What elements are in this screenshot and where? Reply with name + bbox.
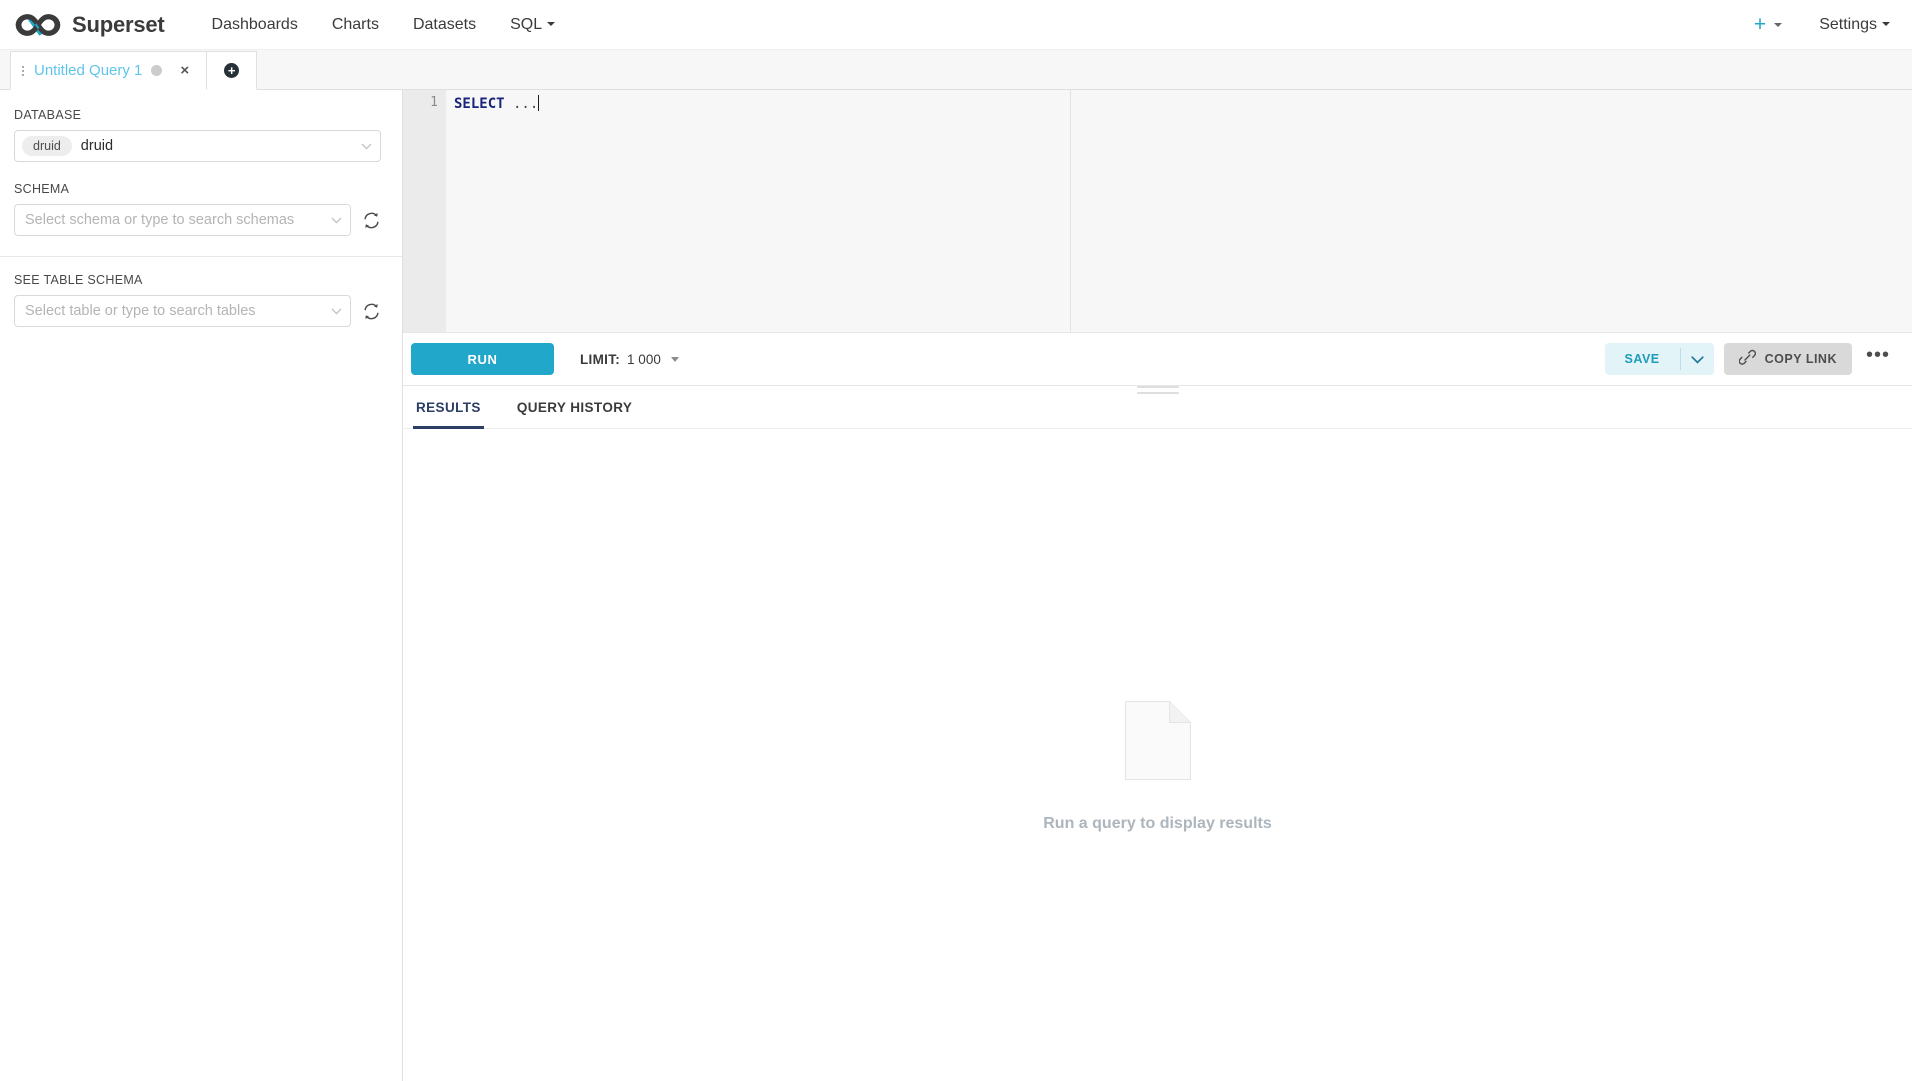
workspace: DATABASE druid druid SCHEMA Select schem… [0,90,1912,1081]
text-cursor [538,95,539,111]
query-status-dot-icon [151,65,162,76]
database-field-row: druid druid [14,130,381,162]
schema-select[interactable]: Select schema or type to search schemas [14,204,351,236]
schema-select-placeholder: Select schema or type to search schemas [25,212,294,228]
sql-rest: ... [505,96,539,112]
nav-link-settings[interactable]: Settings [1802,8,1890,42]
query-tab-untitled-query-1[interactable]: Untitled Query 1 × [10,51,207,90]
tab-results[interactable]: RESULTS [413,400,484,429]
nav-link-charts[interactable]: Charts [315,8,396,42]
results-empty-state: Run a query to display results [403,429,1912,1081]
query-tab-title: Untitled Query 1 [34,62,142,79]
limit-label: LIMIT: [580,352,620,367]
copy-link-label: COPY LINK [1765,352,1837,366]
save-button[interactable]: SAVE [1605,343,1680,375]
print-margin-line [1070,90,1071,332]
nav-link-charts-label: Charts [332,16,379,33]
save-dropdown-button[interactable] [1681,343,1714,375]
chevron-down-icon [671,357,679,362]
tab-results-label: RESULTS [416,400,481,415]
document-icon [1125,701,1191,785]
table-select[interactable]: Select table or type to search tables [14,295,351,327]
save-button-group: SAVE [1605,343,1714,375]
refresh-tables-icon[interactable] [361,301,381,321]
nav-link-datasets-label: Datasets [413,16,476,33]
refresh-schemas-icon[interactable] [361,210,381,230]
table-select-placeholder: Select table or type to search tables [25,303,256,319]
nav-link-settings-label: Settings [1819,16,1877,33]
editor-resize-handle[interactable] [1137,386,1179,394]
spacer [14,162,381,178]
new-item-plus-button[interactable]: + [1746,10,1770,39]
sql-editor[interactable]: 1 SELECT ... [403,90,1912,333]
nav-link-datasets[interactable]: Datasets [396,8,493,42]
close-icon[interactable]: × [177,61,192,80]
limit-dropdown[interactable]: LIMIT: 1 000 [580,352,679,367]
database-label: DATABASE [14,108,381,122]
editor-toolbar: RUN LIMIT: 1 000 SAVE [403,333,1912,386]
add-query-tab-button[interactable]: + [207,51,257,90]
tab-query-history-label: QUERY HISTORY [517,400,632,415]
database-backend-pill: druid [22,136,72,156]
navbar-right: + Settings [1746,8,1890,42]
editor-code-area[interactable]: SELECT ... [446,90,1912,332]
drag-handle-icon[interactable] [21,64,25,78]
link-icon [1739,349,1756,369]
editor-and-results-panel: 1 SELECT ... RUN LIMIT: 1 000 SAVE [403,90,1912,1081]
chevron-down-icon [1691,352,1704,367]
main-nav: Dashboards Charts Datasets SQL [195,8,573,42]
schema-field-row: Select schema or type to search schemas [14,204,381,236]
tab-query-history[interactable]: QUERY HISTORY [514,400,635,429]
table-schema-field-row: Select table or type to search tables [14,295,381,327]
editor-gutter: 1 [403,90,446,332]
left-query-panel: DATABASE druid druid SCHEMA Select schem… [0,90,403,1081]
settings-chevron-down-icon [1882,22,1890,26]
code-line-1: SELECT ... [454,95,1912,113]
nav-link-dashboards[interactable]: Dashboards [195,8,315,42]
panel-divider [0,256,402,257]
empty-state-message: Run a query to display results [1043,815,1272,833]
see-table-schema-label: SEE TABLE SCHEMA [14,273,381,287]
nav-link-sql-label: SQL [510,16,542,33]
database-select-value: druid [81,138,113,154]
brand-home-link[interactable]: Superset [12,10,165,40]
run-button[interactable]: RUN [411,343,554,375]
database-select[interactable]: druid druid [14,130,381,162]
toolbar-right-actions: SAVE COPY LINK • [1605,343,1894,375]
chevron-down-icon [323,217,342,224]
top-navbar: Superset Dashboards Charts Datasets SQL … [0,0,1912,50]
chevron-down-icon [353,143,372,150]
nav-link-sql[interactable]: SQL [493,8,572,42]
chevron-down-icon [547,22,555,26]
limit-value: 1 000 [627,352,661,367]
sql-keyword: SELECT [454,96,505,112]
superset-infinity-logo-icon [12,10,64,40]
query-tab-bar: Untitled Query 1 × + [0,50,1912,90]
schema-label: SCHEMA [14,182,381,196]
copy-link-button[interactable]: COPY LINK [1724,343,1852,375]
plus-icon: + [224,63,239,78]
chevron-down-icon [323,308,342,315]
new-item-chevron-down-icon[interactable] [1774,23,1782,27]
nav-link-dashboards-label: Dashboards [212,16,298,33]
more-options-icon[interactable]: ••• [1862,350,1894,369]
brand-name: Superset [72,12,165,38]
line-number: 1 [403,95,438,110]
